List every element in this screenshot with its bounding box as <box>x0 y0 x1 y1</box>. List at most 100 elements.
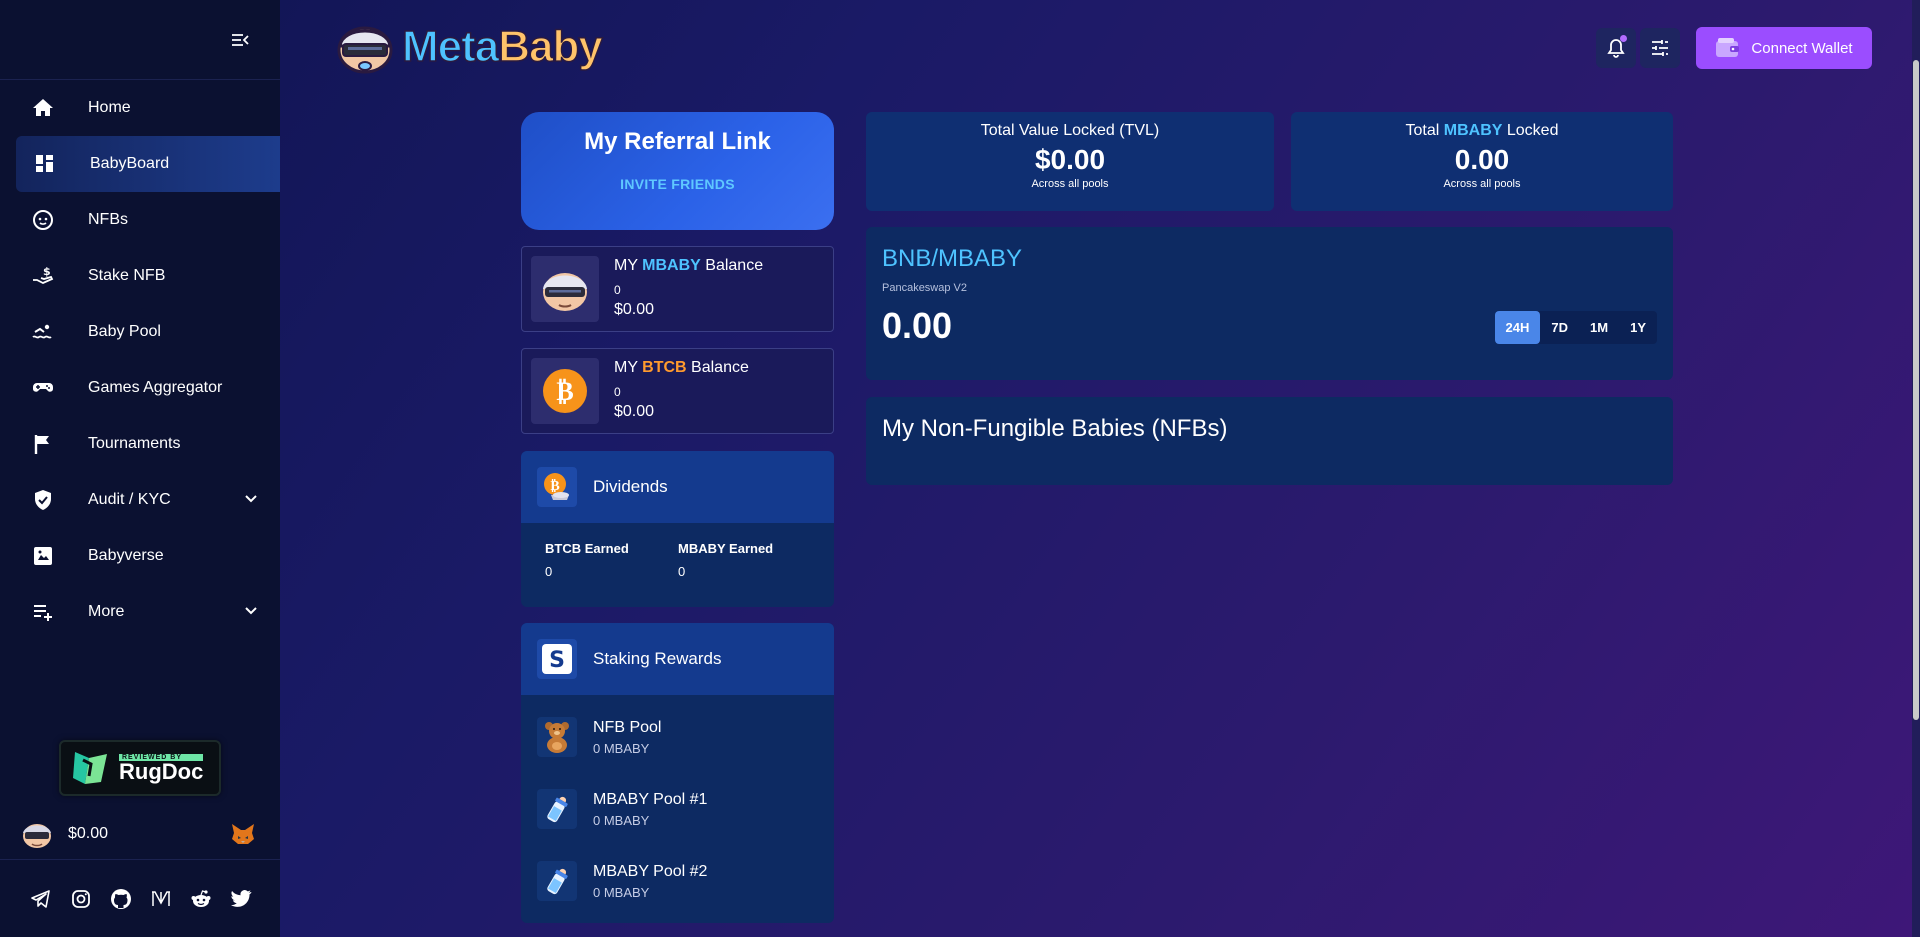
btcb-balance-qty: 0 <box>614 385 621 399</box>
sidebar: Home BabyBoard NFBs $ Stake NFB Baby Poo… <box>0 0 280 937</box>
sidebar-item-stake-nfb[interactable]: $ Stake NFB <box>0 248 280 304</box>
rugdoc-badge[interactable]: REVIEWED BY RugDoc <box>59 740 221 796</box>
range-7d-button[interactable]: 7D <box>1540 311 1579 344</box>
metamask-fox-icon[interactable] <box>230 822 256 846</box>
notification-dot <box>1620 35 1627 42</box>
swim-icon <box>30 319 56 345</box>
sidebar-item-nfbs[interactable]: NFBs <box>0 192 280 248</box>
shield-check-icon <box>30 487 56 513</box>
rugdoc-logo-icon <box>73 752 107 784</box>
pool-row-nfb[interactable]: NFB Pool 0 MBABY <box>537 717 661 757</box>
social-links <box>30 888 252 910</box>
sidebar-item-label: Audit / KYC <box>88 491 171 508</box>
pool-name: NFB Pool <box>593 718 662 736</box>
playlist-add-icon <box>30 599 56 625</box>
sidebar-item-babyverse[interactable]: Babyverse <box>0 528 280 584</box>
metababy-mascot-icon <box>337 26 393 74</box>
sliders-icon <box>1652 40 1668 56</box>
pool-info: MBABY Pool #1 0 MBABY <box>593 791 707 828</box>
logo-baby-text: Baby <box>498 21 604 72</box>
btcb-earned-label: BTCB Earned <box>545 541 629 556</box>
sidebar-item-babyboard[interactable]: BabyBoard <box>16 136 280 192</box>
range-1y-button[interactable]: 1Y <box>1619 311 1657 344</box>
pool-row-mbaby-1[interactable]: MBABY Pool #1 0 MBABY <box>537 789 707 829</box>
mbaby-locked-value: 0.00 <box>1454 144 1510 175</box>
referral-title: My Referral Link <box>584 128 771 155</box>
dashboard-icon <box>32 151 58 177</box>
tvl-title: Total Value Locked (TVL) <box>980 122 1160 139</box>
locked-prefix: Total <box>1405 122 1444 139</box>
sidebar-item-label: More <box>88 603 125 620</box>
mbaby-locked-card: Total MBABY Locked 0.00 Across all pools <box>1291 112 1673 211</box>
sidebar-item-label: Home <box>88 99 131 116</box>
telegram-icon[interactable] <box>30 888 52 910</box>
chevron-down-icon[interactable] <box>244 604 258 618</box>
sidebar-item-label: Stake NFB <box>88 267 166 284</box>
staking-s-icon: S <box>537 639 577 679</box>
btcb-balance-label: MY BTCB Balance <box>614 359 749 377</box>
chevron-down-icon[interactable] <box>244 492 258 506</box>
mbaby-locked-title: Total MBABY Locked <box>1291 122 1673 140</box>
price-pair-card: BNB/MBABY Pancakeswap V2 0.00 24H 7D 1M … <box>866 227 1673 380</box>
btcb-earned-value: 0 <box>545 564 553 579</box>
pool-info: NFB Pool 0 MBABY <box>593 719 661 756</box>
sidebar-item-games-aggregator[interactable]: Games Aggregator <box>0 360 280 416</box>
staking-rewards-title: Staking Rewards <box>593 649 722 668</box>
sidebar-item-audit-kyc[interactable]: Audit / KYC <box>0 472 280 528</box>
balance-token: BTCB <box>642 359 687 376</box>
balance-suffix: Balance <box>700 257 764 274</box>
range-1m-button[interactable]: 1M <box>1579 311 1619 344</box>
sidebar-item-label: BabyBoard <box>90 155 170 172</box>
range-24h-button[interactable]: 24H <box>1494 311 1541 344</box>
reddit-icon[interactable] <box>190 888 212 910</box>
mbaby-locked-subtitle: Across all pools <box>1443 178 1521 190</box>
invite-friends-link[interactable]: INVITE FRIENDS <box>620 176 735 192</box>
balance-prefix: MY <box>614 257 643 274</box>
sidebar-item-label: Baby Pool <box>88 323 161 340</box>
scrollbar-thumb[interactable] <box>1913 60 1919 720</box>
sidebar-item-tournaments[interactable]: Tournaments <box>0 416 280 472</box>
my-nfbs-card: My Non-Fungible Babies (NFBs) <box>866 397 1673 485</box>
twitter-icon[interactable] <box>230 888 252 910</box>
token-price: $0.00 <box>0 808 280 860</box>
mbaby-earned-value: 0 <box>678 564 686 579</box>
flag-icon <box>30 431 56 457</box>
medium-icon[interactable] <box>150 888 172 910</box>
metababy-logo[interactable]: MetaBaby <box>334 20 604 74</box>
range-selector: 24H 7D 1M 1Y <box>1494 311 1657 344</box>
mbaby-balance-qty: 0 <box>614 283 621 297</box>
referral-card: My Referral Link INVITE FRIENDS <box>521 112 834 230</box>
metababy-avatar-icon <box>23 823 51 848</box>
pair-source: Pancakeswap V2 <box>882 282 967 294</box>
logo-meta-text: Meta <box>401 21 500 72</box>
balance-prefix: MY <box>614 359 643 376</box>
pool-row-mbaby-2[interactable]: MBABY Pool #2 0 MBABY <box>537 861 707 901</box>
mbaby-token-icon <box>531 256 599 322</box>
pool-name: MBABY Pool #1 <box>593 790 708 808</box>
btcb-balance-usd: $0.00 <box>614 403 655 420</box>
sidebar-item-home[interactable]: Home <box>0 80 280 136</box>
babyverse-icon <box>30 543 56 569</box>
btcb-balance-card: ₿ MY BTCB Balance 0 $0.00 <box>521 348 834 434</box>
sidebar-header <box>0 0 280 80</box>
svg-text:₿: ₿ <box>550 478 559 494</box>
svg-text:S: S <box>549 648 565 673</box>
sidebar-item-label: Babyverse <box>88 547 164 564</box>
settings-button[interactable] <box>1640 28 1680 68</box>
baby-bottle-icon <box>537 789 577 829</box>
pool-amount: 0 MBABY <box>593 884 650 900</box>
baby-face-icon <box>30 207 56 233</box>
page-scrollbar[interactable] <box>1912 0 1920 937</box>
notifications-button[interactable] <box>1596 28 1636 68</box>
tvl-card: Total Value Locked (TVL) $0.00 Across al… <box>866 112 1274 211</box>
dividends-card: ₿ Dividends BTCB Earned 0 MBABY Earned 0 <box>521 451 834 607</box>
sidebar-item-more[interactable]: More <box>0 584 280 640</box>
pool-info: MBABY Pool #2 0 MBABY <box>593 863 707 900</box>
baby-bottle-icon <box>537 861 577 901</box>
connect-wallet-button[interactable]: Connect Wallet <box>1696 27 1872 69</box>
instagram-icon[interactable] <box>70 888 92 910</box>
pool-amount: 0 MBABY <box>593 812 650 828</box>
sidebar-item-baby-pool[interactable]: Baby Pool <box>0 304 280 360</box>
github-icon[interactable] <box>110 888 132 910</box>
menu-collapse-icon[interactable] <box>230 30 250 50</box>
